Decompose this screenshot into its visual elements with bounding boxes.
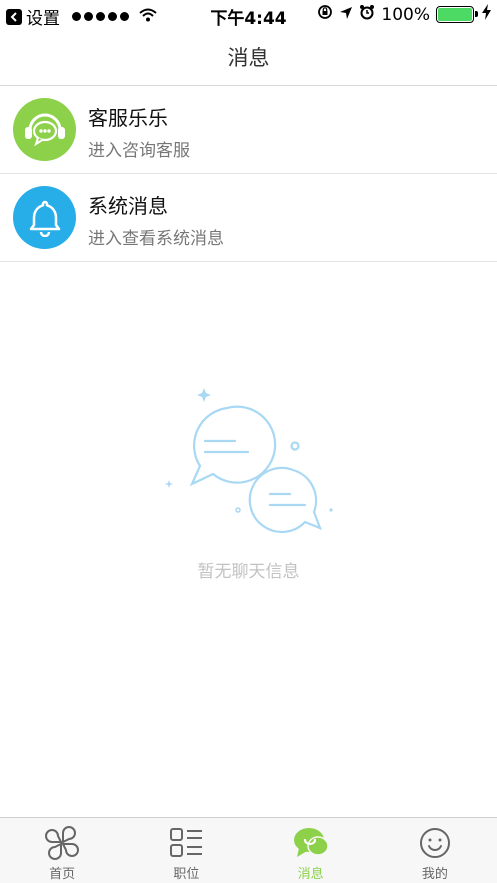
nav-bar: 消息 [0, 28, 497, 86]
rotation-lock-icon [317, 4, 333, 25]
page-title: 消息 [227, 45, 270, 70]
conversation-list: 客服乐乐 进入咨询客服 系统消息 进入查看系统消息 [0, 86, 497, 262]
grid-list-icon [169, 825, 203, 861]
tab-label: 首页 [49, 867, 76, 882]
list-item-customer-service[interactable]: 客服乐乐 进入咨询客服 [0, 86, 497, 174]
conversation-subtitle: 进入查看系统消息 [88, 229, 224, 249]
bell-icon [13, 186, 76, 249]
conversation-subtitle: 进入咨询客服 [88, 141, 190, 161]
conversation-title: 系统消息 [88, 194, 168, 218]
empty-state-text: 暂无聊天信息 [197, 562, 300, 582]
tab-messages[interactable]: 消息 [249, 818, 373, 883]
chat-icon [293, 825, 329, 861]
smiley-icon [418, 825, 452, 861]
tab-home[interactable]: 首页 [0, 818, 124, 883]
charging-icon [482, 4, 491, 25]
screen: 设置 下午4:44 100% 消息 客服乐乐 进入咨询客服 系统消息 进入查看系… [0, 0, 497, 883]
alarm-icon [359, 4, 375, 25]
battery-percent: 100% [381, 4, 430, 25]
tab-label: 职位 [173, 867, 200, 882]
tab-profile[interactable]: 我的 [373, 818, 497, 883]
conversation-title: 客服乐乐 [88, 106, 168, 130]
tab-jobs[interactable]: 职位 [124, 818, 248, 883]
battery-icon [436, 6, 478, 23]
tab-label: 我的 [421, 867, 448, 882]
tab-bar: 首页 职位 消息 我的 [0, 817, 497, 883]
clover-icon [45, 825, 80, 861]
location-icon [339, 5, 353, 25]
status-bar: 设置 下午4:44 100% [0, 0, 497, 29]
headset-chat-icon [13, 98, 76, 161]
chat-bubbles-icon [165, 388, 333, 534]
status-right: 100% [317, 4, 491, 25]
empty-state: 暂无聊天信息 [0, 380, 497, 600]
list-item-system-messages[interactable]: 系统消息 进入查看系统消息 [0, 174, 497, 262]
tab-label: 消息 [297, 867, 324, 882]
